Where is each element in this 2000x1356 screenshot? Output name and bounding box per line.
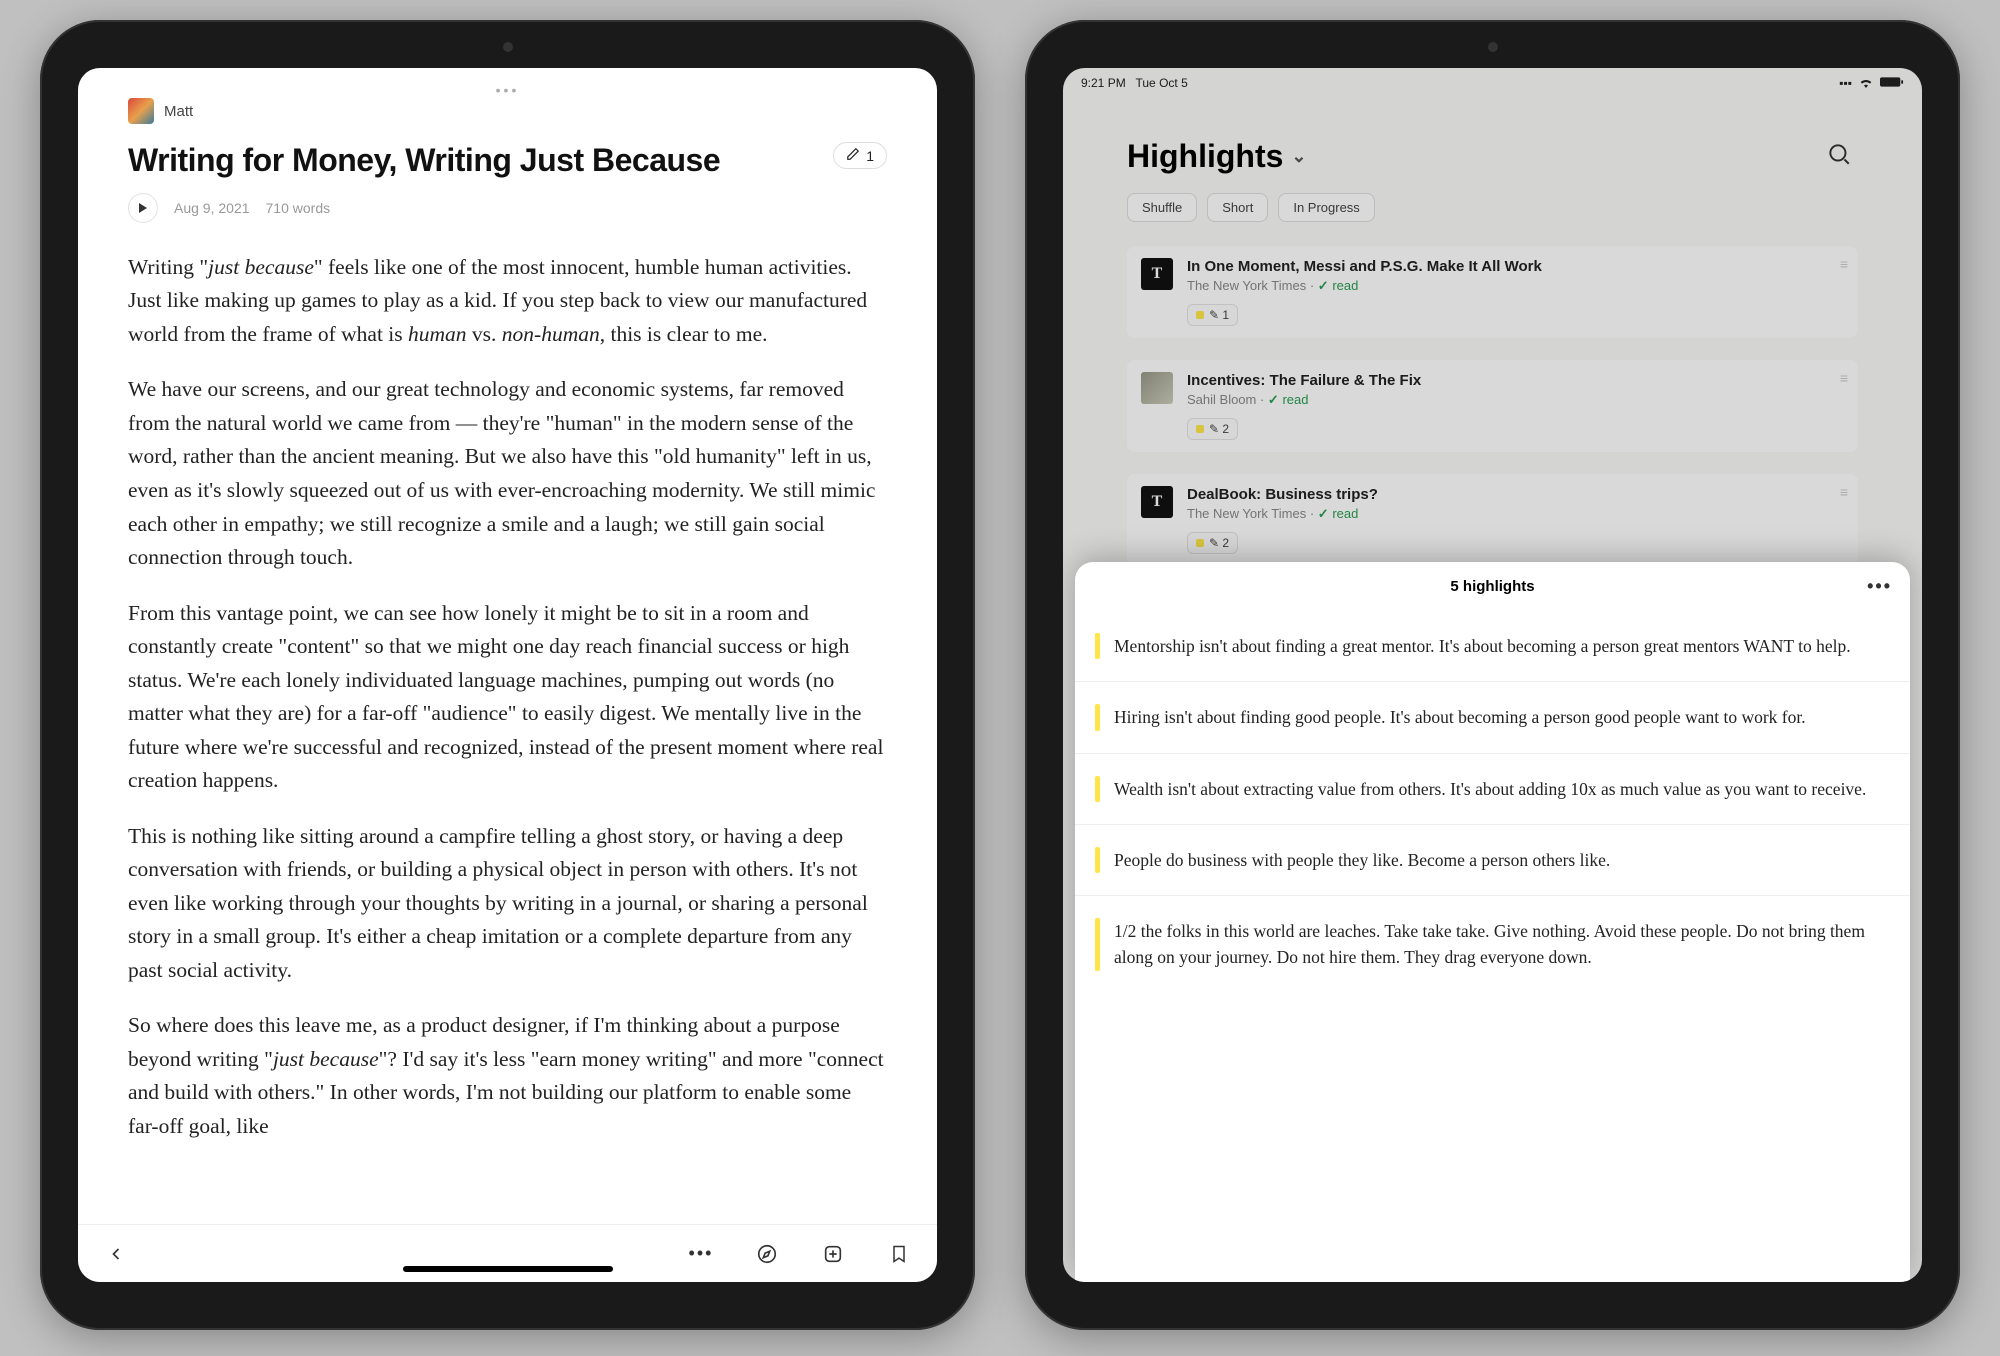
- compass-icon[interactable]: [755, 1242, 779, 1266]
- article-body[interactable]: Writing "just because" feels like one of…: [128, 251, 887, 1144]
- paragraph: From this vantage point, we can see how …: [128, 597, 887, 798]
- highlight-text: Wealth isn't about extracting value from…: [1114, 776, 1866, 802]
- highlights-list[interactable]: Mentorship isn't about finding a great m…: [1075, 611, 1910, 1282]
- highlight-item[interactable]: Wealth isn't about extracting value from…: [1075, 753, 1910, 824]
- highlight-item[interactable]: 1/2 the folks in this world are leaches.…: [1075, 895, 1910, 993]
- highlight-text: People do business with people they like…: [1114, 847, 1610, 873]
- pencil-icon: [846, 147, 860, 164]
- highlight-text: 1/2 the folks in this world are leaches.…: [1114, 918, 1886, 971]
- highlight-item[interactable]: Mentorship isn't about finding a great m…: [1075, 611, 1910, 681]
- bookmark-icon[interactable]: [887, 1242, 911, 1266]
- avatar[interactable]: [128, 98, 154, 124]
- highlights-sheet: 5 highlights ••• Mentorship isn't about …: [1075, 562, 1910, 1282]
- home-indicator[interactable]: [403, 1266, 613, 1272]
- bottom-toolbar: •••: [78, 1224, 937, 1282]
- paragraph: So where does this leave me, as a produc…: [128, 1009, 887, 1143]
- screen-article: ••• Matt Writing for Money, Writing Just…: [78, 68, 937, 1282]
- back-button[interactable]: [104, 1242, 128, 1266]
- highlight-bar-icon: [1095, 847, 1100, 873]
- highlight-bar-icon: [1095, 633, 1100, 659]
- meta-row: Aug 9, 2021 710 words: [128, 193, 887, 223]
- word-count: 710 words: [266, 200, 331, 216]
- highlight-bar-icon: [1095, 918, 1100, 971]
- more-icon[interactable]: •••: [1867, 576, 1892, 597]
- paragraph: We have our screens, and our great techn…: [128, 373, 887, 574]
- paragraph: Writing "just because" feels like one of…: [128, 251, 887, 352]
- article-title: Writing for Money, Writing Just Because: [128, 142, 720, 179]
- article-view: Matt Writing for Money, Writing Just Bec…: [78, 68, 937, 1282]
- more-icon[interactable]: •••: [689, 1242, 713, 1266]
- highlight-item[interactable]: People do business with people they like…: [1075, 824, 1910, 895]
- ipad-left: ••• Matt Writing for Money, Writing Just…: [40, 20, 975, 1330]
- paragraph: This is nothing like sitting around a ca…: [128, 820, 887, 988]
- fade-overlay: [78, 1164, 937, 1224]
- add-icon[interactable]: [821, 1242, 845, 1266]
- ipad-right: 9:21 PM Tue Oct 5 ▪▪▪ Highlights ⌄: [1025, 20, 1960, 1330]
- sheet-header: 5 highlights •••: [1075, 562, 1910, 611]
- highlight-bar-icon: [1095, 704, 1100, 730]
- edit-count: 1: [866, 148, 874, 164]
- highlight-item[interactable]: Hiring isn't about finding good people. …: [1075, 681, 1910, 752]
- highlight-bar-icon: [1095, 776, 1100, 802]
- play-button[interactable]: [128, 193, 158, 223]
- sheet-title: 5 highlights: [1450, 578, 1534, 595]
- screen-highlights: 9:21 PM Tue Oct 5 ▪▪▪ Highlights ⌄: [1063, 68, 1922, 1282]
- highlight-text: Mentorship isn't about finding a great m…: [1114, 633, 1851, 659]
- author-name[interactable]: Matt: [164, 103, 193, 120]
- author-row: Matt: [128, 98, 887, 124]
- edit-button[interactable]: 1: [833, 142, 887, 169]
- highlight-text: Hiring isn't about finding good people. …: [1114, 704, 1806, 730]
- article-date: Aug 9, 2021: [174, 200, 250, 216]
